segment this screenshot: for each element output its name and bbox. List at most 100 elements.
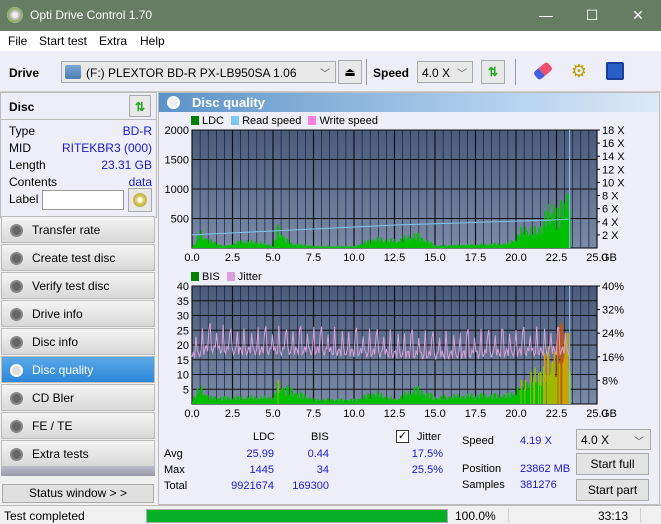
nav-drive-info[interactable]: Drive info (1, 300, 155, 327)
menu-help[interactable]: Help (140, 34, 165, 48)
nav-label: Verify test disc (32, 279, 110, 293)
col-bis-header: BIS (311, 431, 329, 443)
y2-tick-label: 8% (602, 375, 618, 387)
x-tick-label: 22.5 (546, 252, 567, 264)
title-bar: Opti Drive Control 1.70 — ☐ ✕ (0, 0, 661, 31)
menu-file[interactable]: File (8, 34, 27, 48)
status-separator (508, 508, 509, 523)
status-window-button[interactable]: Status window > > (2, 484, 154, 503)
toolbar-separator (515, 59, 516, 85)
x-tick-label: 20.0 (505, 252, 526, 264)
y-tick-label: 40 (177, 281, 189, 293)
drive-value: (F:) PLEXTOR BD-R PX-LB950SA 1.06 (86, 66, 297, 80)
start-full-button[interactable]: Start full (576, 453, 649, 475)
eject-button[interactable]: ⏏ (338, 60, 362, 84)
total-bis: 169300 (292, 480, 329, 492)
x-tick-label: 15.0 (424, 408, 445, 420)
settings-button[interactable]: ⚙ (567, 60, 591, 84)
y2-tick-label: 6 X (602, 204, 619, 216)
erase-button[interactable] (531, 60, 555, 84)
nav-verify-test-disc[interactable]: Verify test disc (1, 272, 155, 299)
disc-length-row: Length 23.31 GB (9, 158, 152, 174)
x-tick-label: 22.5 (546, 408, 567, 420)
nav-create-test-disc[interactable]: Create test disc (1, 244, 155, 271)
refresh-button[interactable]: ⇅ (481, 60, 505, 84)
ldc-chart: 500 1000 1500 2000 0.0 2.5 5.0 7.5 10.0 12.5 15.0 1… (165, 125, 626, 264)
nav-extra-tests[interactable]: Extra tests (1, 440, 155, 467)
nav-spacer (1, 466, 155, 476)
y2-tick-label: 10 X (602, 177, 625, 189)
total-ldc: 9921674 (231, 480, 274, 492)
label-input[interactable] (42, 190, 124, 210)
menu-start-test[interactable]: Start test (39, 34, 87, 48)
drive-info-icon (10, 308, 23, 321)
nav-label: Transfer rate (32, 223, 101, 237)
save-button[interactable] (603, 60, 627, 84)
maximize-button[interactable]: ☐ (569, 4, 615, 26)
nav-label: FE / TE (32, 419, 73, 433)
max-ldc: 1445 (249, 464, 274, 476)
chevron-down-icon: ﹀ (457, 69, 467, 80)
close-button[interactable]: ✕ (615, 4, 661, 26)
nav-label: Disc info (32, 335, 79, 349)
extra-tests-icon (10, 448, 23, 461)
x-axis-unit: GB (601, 252, 617, 264)
avg-jitter: 17.5% (411, 448, 443, 460)
samples-value: 381276 (520, 479, 557, 491)
y2-tick-label: 12 X (602, 164, 625, 176)
jitter-label: Jitter (417, 431, 441, 443)
jitter-checkbox[interactable]: ✓ (396, 430, 409, 443)
fe-te-icon (10, 420, 23, 433)
x-tick-label: 10.0 (343, 252, 364, 264)
chevron-down-icon: ﹀ (320, 69, 330, 80)
speed-select[interactable]: 4.0 X ﹀ (417, 61, 473, 83)
create-disc-icon (10, 252, 23, 265)
disc-header: Disc ⇅ (0, 92, 157, 120)
progress-percent: 100.0% (455, 509, 496, 523)
minimize-button[interactable]: — (523, 4, 569, 26)
nav-disc-info[interactable]: Disc info (1, 328, 155, 355)
nav-transfer-rate[interactable]: Transfer rate (1, 216, 155, 243)
eject-icon: ⏏ (344, 65, 356, 79)
nav-fe-te[interactable]: FE / TE (1, 412, 155, 439)
eraser-icon (532, 61, 554, 81)
sidebar: Disc ⇅ Type BD-R MID RITEKBR3 (000) Length… (0, 92, 157, 505)
disc-quality-icon (167, 96, 180, 109)
samples-label: Samples (462, 479, 505, 491)
label-disc-button[interactable] (128, 188, 152, 212)
nav-label: Extra tests (32, 447, 89, 461)
disc-contents-value: data (128, 175, 152, 189)
nav-disc-quality[interactable]: Disc quality (1, 356, 155, 383)
y-tick-label: 2000 (165, 125, 189, 137)
avg-label: Avg (164, 448, 183, 460)
verify-disc-icon (10, 280, 23, 293)
gears-icon: ⚙ (570, 61, 588, 81)
position-value: 23862 MB (520, 463, 571, 475)
position-label: Position (462, 463, 502, 475)
y2-tick-label: 2 X (602, 230, 619, 242)
x-tick-label: 5.0 (265, 408, 280, 420)
test-speed-select[interactable]: 4.0 X ﹀ (576, 429, 651, 450)
x-tick-label: 7.5 (306, 252, 321, 264)
disc-mid-value: RITEKBR3 (000) (61, 141, 152, 155)
y-tick-label: 1000 (165, 184, 189, 196)
disc-type-label: Type (9, 124, 36, 138)
speed-label: Speed (373, 66, 410, 80)
drive-select[interactable]: (F:) PLEXTOR BD-R PX-LB950SA 1.06 ﹀ (61, 61, 336, 83)
drive-label: Drive (9, 66, 40, 80)
disc-type-row: Type BD-R (9, 124, 152, 140)
label-label: Label (9, 192, 39, 206)
menu-extra[interactable]: Extra (99, 34, 127, 48)
nav-label: CD Bler (32, 391, 75, 405)
y2-tick-label: 8 X (602, 191, 619, 203)
nav-cd-bler[interactable]: CD Bler (1, 384, 155, 411)
y2-tick-label: 32% (602, 305, 624, 317)
start-part-button[interactable]: Start part (576, 479, 649, 501)
y-tick-label: 15 (177, 355, 189, 367)
x-tick-label: 17.5 (465, 408, 486, 420)
disc-refresh-button[interactable]: ⇅ (129, 95, 151, 117)
y-tick-label: 30 (177, 311, 189, 323)
y-tick-label: 25 (177, 325, 189, 337)
x-tick-label: 2.5 (225, 252, 240, 264)
x-tick-label: 15.0 (424, 252, 445, 264)
